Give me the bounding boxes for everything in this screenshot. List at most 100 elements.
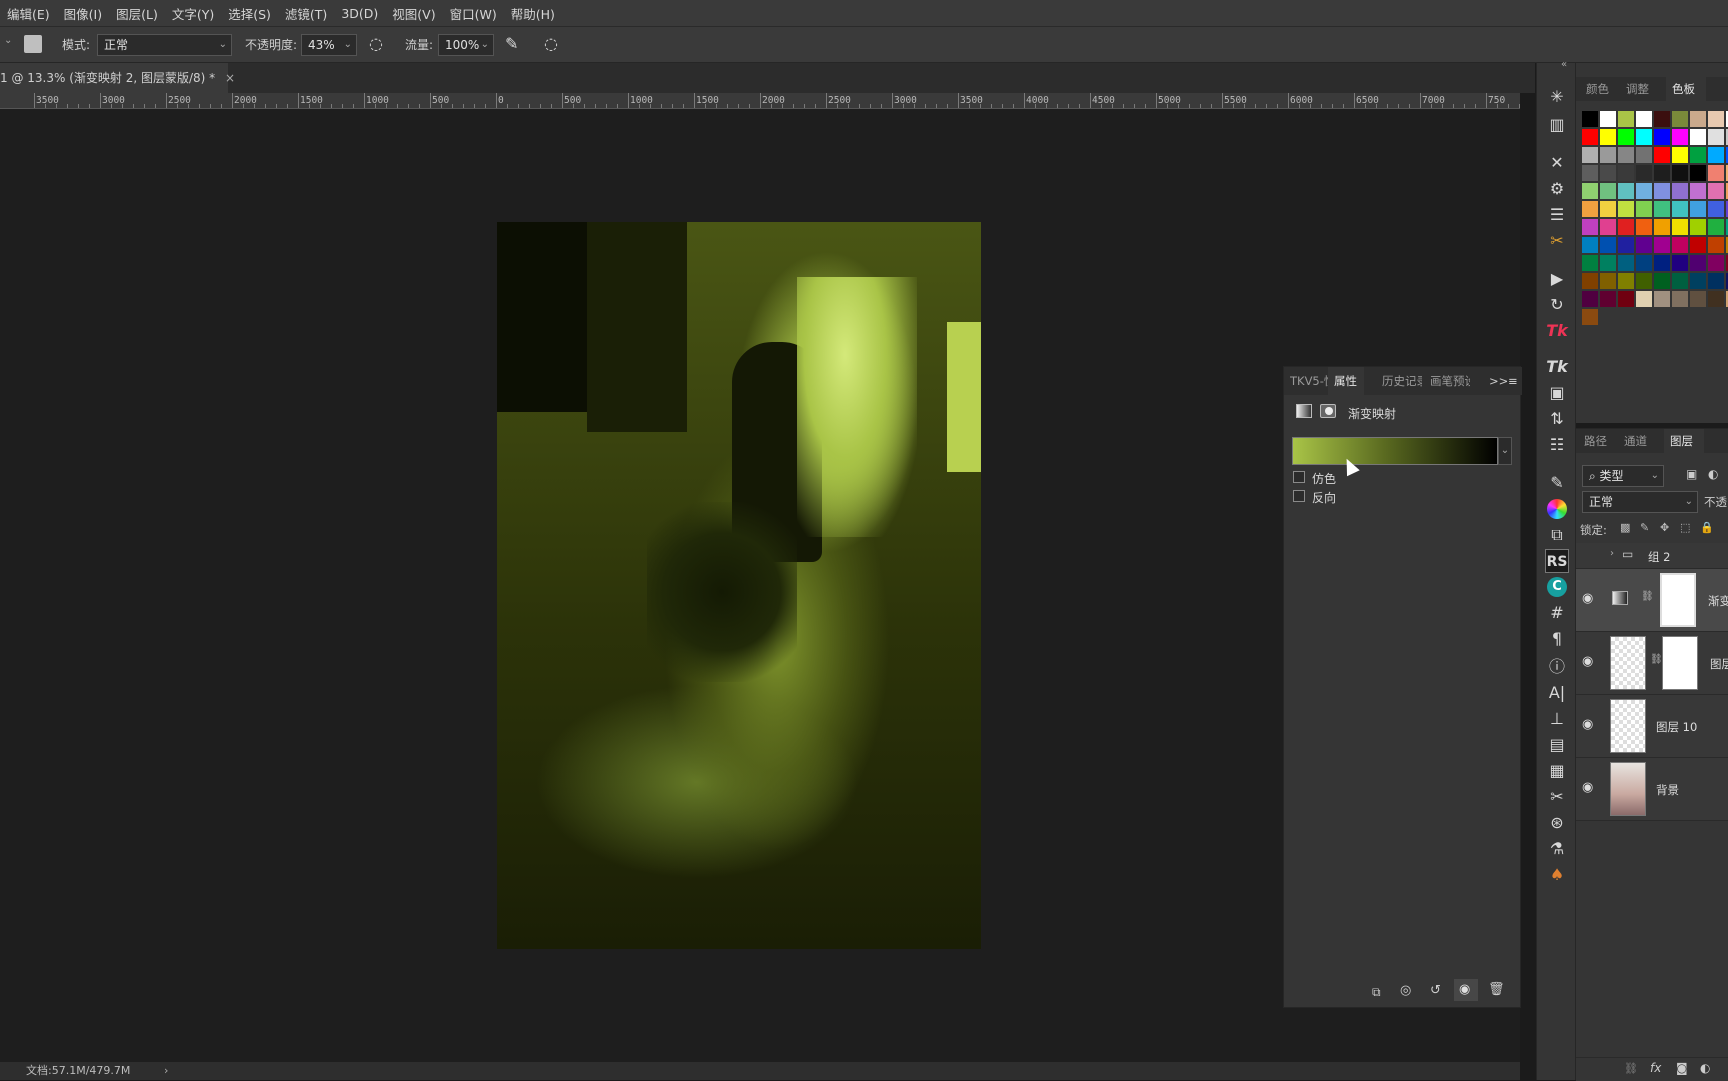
color-swatch[interactable] [1582, 183, 1598, 199]
lock-all-icon[interactable]: 🔒 [1700, 521, 1714, 534]
panel-menu-icon[interactable]: ≡ [1508, 367, 1518, 395]
color-swatch[interactable] [1600, 147, 1616, 163]
c-logo-icon[interactable]: C [1545, 575, 1569, 599]
plugin-icon-2[interactable]: ☰ [1545, 203, 1569, 227]
menu-filter[interactable]: 滤镜(T) [278, 4, 334, 23]
view-previous-icon[interactable]: ◎ [1400, 983, 1411, 998]
color-swatch[interactable] [1690, 147, 1706, 163]
scissors-icon[interactable]: ✂ [1545, 785, 1569, 809]
color-swatch[interactable] [1708, 237, 1724, 253]
airbrush-icon[interactable]: ✎ [505, 34, 518, 53]
tk-logo-icon[interactable]: Tk [1545, 319, 1569, 343]
color-swatch[interactable] [1690, 237, 1706, 253]
color-swatch[interactable] [1636, 201, 1652, 217]
image-filter-icon[interactable]: ▣ [1686, 467, 1697, 481]
refresh-icon[interactable]: ↻ [1545, 293, 1569, 317]
tab-adjustments[interactable]: 调整 [1626, 77, 1662, 101]
plugin-icon-1[interactable]: ⚙ [1545, 177, 1569, 201]
rs-icon[interactable]: RS [1545, 549, 1569, 573]
ruler-tool-icon[interactable]: ▥ [1545, 113, 1569, 137]
color-swatch[interactable] [1636, 111, 1652, 127]
color-swatch[interactable] [1600, 111, 1616, 127]
color-swatch[interactable] [1708, 111, 1724, 127]
color-swatch[interactable] [1600, 237, 1616, 253]
pressure-opacity-icon[interactable]: ◌ [369, 34, 383, 53]
lock-transparent-icon[interactable]: ▩ [1620, 521, 1630, 534]
play-icon[interactable]: ▶ [1545, 267, 1569, 291]
fish-icon[interactable]: ♠ [1545, 863, 1569, 887]
tab-properties[interactable]: 属性 [1328, 367, 1364, 395]
color-swatch[interactable] [1654, 201, 1670, 217]
color-swatch[interactable] [1690, 201, 1706, 217]
color-swatch[interactable] [1672, 273, 1688, 289]
color-swatch[interactable] [1654, 255, 1670, 271]
tab-swatches[interactable]: 色板 [1666, 77, 1706, 101]
tab-tkv5[interactable]: TKV5-性 [1290, 367, 1328, 395]
color-swatch[interactable] [1672, 237, 1688, 253]
menu-view[interactable]: 视图(V) [385, 4, 442, 23]
color-swatch[interactable] [1600, 219, 1616, 235]
stamp-icon[interactable]: ⊥ [1545, 707, 1569, 731]
color-swatch[interactable] [1582, 255, 1598, 271]
mask-icon[interactable] [1320, 404, 1336, 418]
light-effects-icon[interactable]: ✳ [1545, 85, 1569, 109]
color-swatch[interactable] [1690, 165, 1706, 181]
lock-pixels-icon[interactable]: ✎ [1640, 521, 1649, 534]
color-swatch[interactable] [1708, 219, 1724, 235]
color-swatch[interactable] [1636, 273, 1652, 289]
adjust-icon[interactable]: ⇅ [1545, 407, 1569, 431]
color-swatch[interactable] [1672, 201, 1688, 217]
color-swatch[interactable] [1582, 129, 1598, 145]
color-swatch[interactable] [1600, 273, 1616, 289]
tab-history[interactable]: 历史记录 [1382, 367, 1422, 395]
gradient-dropdown[interactable]: ⌄ [1498, 437, 1512, 465]
chevron-right-icon[interactable]: › [1610, 548, 1614, 559]
color-swatch[interactable] [1672, 291, 1688, 307]
color-swatch[interactable] [1672, 255, 1688, 271]
brush-icon[interactable]: ✎ [1545, 471, 1569, 495]
tab-brush-presets[interactable]: 画笔预设 [1430, 367, 1470, 395]
reverse-checkbox[interactable] [1293, 490, 1305, 502]
lock-artboard-icon[interactable]: ⬚ [1680, 521, 1690, 534]
color-swatch[interactable] [1708, 291, 1724, 307]
color-swatch[interactable] [1600, 201, 1616, 217]
eye-icon[interactable]: ◉ [1582, 717, 1593, 732]
layer-row[interactable]: ◉ 背景 [1576, 758, 1728, 821]
color-swatch[interactable] [1654, 129, 1670, 145]
color-swatch[interactable] [1708, 165, 1724, 181]
color-swatch[interactable] [1582, 237, 1598, 253]
color-swatch[interactable] [1708, 183, 1724, 199]
color-swatch[interactable] [1690, 219, 1706, 235]
blend-mode-select[interactable]: 正常 ⌄ [1582, 491, 1698, 513]
color-swatch[interactable] [1690, 111, 1706, 127]
color-swatch[interactable] [1618, 183, 1634, 199]
color-swatch[interactable] [1600, 255, 1616, 271]
fx-icon[interactable]: fx [1650, 1061, 1661, 1075]
tools-icon[interactable]: ✂ [1545, 229, 1569, 253]
cc-libraries-icon[interactable]: ⊛ [1545, 811, 1569, 835]
adjustment-layer-icon[interactable] [1296, 404, 1312, 418]
color-swatch[interactable] [1618, 111, 1634, 127]
tab-paths[interactable]: 路径 [1584, 429, 1620, 453]
reset-icon[interactable]: ↺ [1430, 983, 1441, 998]
group-row[interactable]: › ▭ 组 2 [1576, 543, 1728, 569]
color-swatch[interactable] [1618, 273, 1634, 289]
flask-icon[interactable]: ⚗ [1545, 837, 1569, 861]
character-icon[interactable]: A| [1545, 681, 1569, 705]
document-tab[interactable]: 1 @ 13.3% (渐变映射 2, 图层蒙版/8) * × [0, 63, 235, 93]
color-swatch[interactable] [1582, 291, 1598, 307]
color-swatch[interactable] [1636, 129, 1652, 145]
color-swatch[interactable] [1618, 129, 1634, 145]
opacity-input[interactable]: 43% ⌄ [301, 34, 357, 56]
menu-3d[interactable]: 3D(D) [334, 6, 385, 21]
trash-icon[interactable]: 🗑 [1488, 982, 1505, 997]
clip-to-layer-icon[interactable]: ⧉ [1372, 985, 1381, 1000]
color-swatch[interactable] [1672, 165, 1688, 181]
dither-checkbox[interactable] [1293, 471, 1305, 483]
color-swatch[interactable] [1582, 219, 1598, 235]
color-swatch[interactable] [1582, 147, 1598, 163]
color-swatch[interactable] [1708, 273, 1724, 289]
eye-icon[interactable]: ◉ [1582, 654, 1593, 669]
grid-icon[interactable]: # [1545, 601, 1569, 625]
pressure-size-icon[interactable]: ◌ [544, 34, 558, 53]
